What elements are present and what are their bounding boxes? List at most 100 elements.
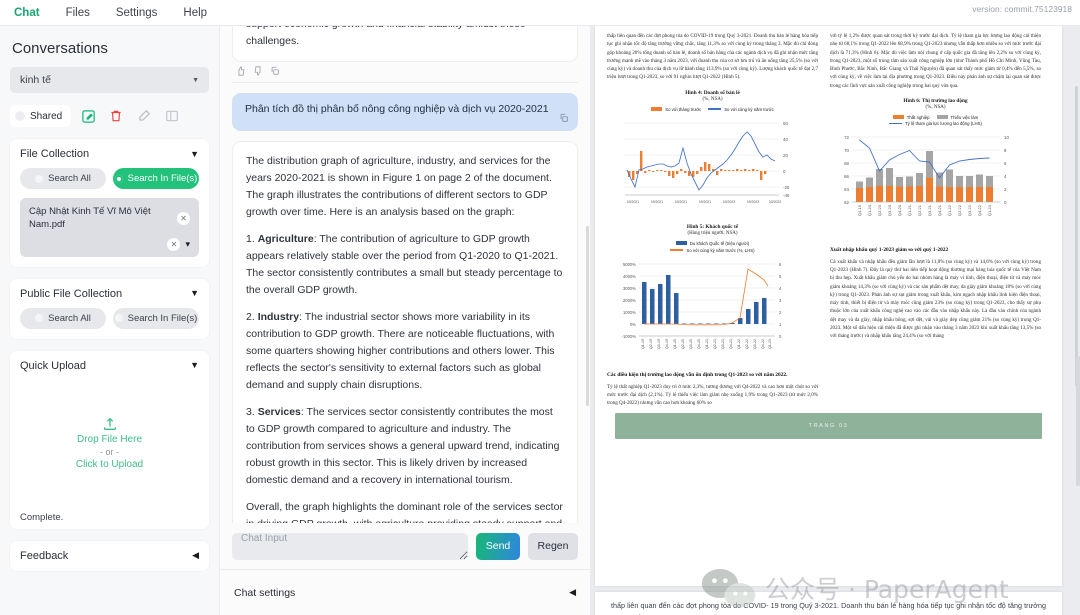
legend-label: So với cùng kỳ năm trước [724, 106, 774, 112]
copy-icon[interactable] [559, 113, 569, 126]
svg-text:2000%: 2000% [623, 298, 636, 303]
feedback-header[interactable]: Feedback ◀ [20, 550, 199, 562]
rename-pencil-icon[interactable] [133, 105, 155, 127]
pdf-column-right: với tỷ lệ 1,2% được quan sát trong thời … [830, 32, 1041, 407]
svg-text:5000%: 5000% [623, 262, 636, 267]
nav-tab-files[interactable]: Files [66, 7, 90, 19]
chat-input[interactable] [232, 532, 468, 560]
svg-text:09/2022: 09/2022 [747, 200, 759, 204]
svg-text:2: 2 [779, 310, 782, 315]
svg-text:Q3-20: Q3-20 [887, 204, 892, 216]
remove-file-icon[interactable]: ✕ [177, 212, 190, 225]
svg-text:Q1-20: Q1-20 [673, 339, 677, 349]
public-search-in-files[interactable]: Search In File(s) [113, 307, 199, 329]
svg-text:70: 70 [844, 148, 849, 153]
thumbs-down-icon[interactable] [253, 66, 263, 76]
ai-message-current: The distribution graph of agriculture, i… [232, 141, 578, 539]
collapse-triangle-icon[interactable]: ▼ [190, 149, 199, 159]
pdf-column-left: thấp liên quan đến các đợt phong tỏa do … [607, 32, 818, 407]
app-root: Chat Files Settings Help version: commit… [0, 0, 1080, 615]
collapse-triangle-icon[interactable]: ▼ [190, 361, 199, 370]
shared-toggle[interactable]: Shared [10, 105, 72, 127]
chat-settings-accordion[interactable]: Chat settings ◀ [220, 569, 590, 615]
svg-text:-1000%: -1000% [622, 334, 637, 339]
regenerate-button[interactable]: Regen [528, 532, 578, 560]
public-file-collection-title: Public File Collection [20, 287, 123, 300]
svg-text:03/2023: 03/2023 [769, 200, 781, 204]
chevron-down-icon[interactable]: ▾ [185, 239, 190, 249]
svg-text:10: 10 [1004, 135, 1009, 140]
svg-text:5: 5 [779, 274, 782, 279]
search-in-files-label: Search In File(s) [127, 173, 198, 184]
file-collection-search-in-files[interactable]: Search In File(s) [113, 168, 199, 189]
svg-text:4: 4 [1004, 174, 1007, 179]
conversation-select[interactable]: kinh tế ▼ [10, 67, 209, 93]
point-body: : The industrial sector shows more varia… [246, 311, 555, 391]
svg-text:Q4-20: Q4-20 [897, 204, 902, 216]
pdf-two-columns: thấp liên quan đến các đợt phong tỏa do … [607, 32, 1050, 407]
legend-item: Thiếu việc làm [936, 114, 979, 120]
svg-text:Q1-21: Q1-21 [907, 204, 912, 216]
svg-text:4: 4 [779, 286, 782, 291]
legend-label: Thiếu việc làm [950, 114, 979, 120]
svg-text:-20: -20 [783, 185, 790, 190]
file-collection-header[interactable]: File Collection ▼ [20, 148, 199, 160]
copy-icon[interactable] [270, 66, 280, 76]
pdf-viewer-pane[interactable]: thấp liên quan đến các đợt phong tỏa do … [590, 26, 1080, 615]
file-collection-title: File Collection [20, 148, 90, 160]
page-banner: TRANG 03 [615, 413, 1042, 440]
delete-icon[interactable] [105, 105, 127, 127]
nav-tab-help[interactable]: Help [183, 7, 207, 19]
pdf-scrollbar[interactable] [1075, 86, 1078, 386]
file-dropzone[interactable]: Drop File Here - or - Click to Upload [20, 388, 199, 498]
expand-triangle-icon[interactable]: ◀ [192, 551, 199, 560]
legend-label: Thất nghiệp [906, 114, 930, 120]
file-collection-search-all[interactable]: Search All [20, 168, 106, 189]
svg-text:Q2-22: Q2-22 [957, 204, 962, 216]
public-search-all[interactable]: Search All [20, 307, 106, 329]
svg-text:60: 60 [783, 121, 788, 126]
svg-text:Q2-21: Q2-21 [713, 339, 717, 349]
click-to-upload-label[interactable]: Click to Upload [76, 459, 143, 470]
nav-tab-chat[interactable]: Chat [14, 7, 40, 19]
chat-scrollbar[interactable] [586, 226, 589, 406]
send-button[interactable]: Send [476, 532, 520, 560]
svg-text:Q2-19: Q2-19 [649, 339, 653, 349]
legend-label: Du khách Quốc tế (triệu người) [689, 240, 750, 246]
nav-tab-settings[interactable]: Settings [116, 7, 158, 19]
clear-all-icon[interactable]: ✕ [167, 237, 181, 251]
new-chat-icon[interactable] [77, 105, 99, 127]
svg-text:1000%: 1000% [623, 310, 636, 315]
quick-upload-header[interactable]: Quick Upload ▼ [20, 360, 199, 372]
collapse-triangle-icon[interactable]: ▼ [190, 289, 199, 298]
svg-text:Q4-22: Q4-22 [977, 204, 982, 216]
svg-text:Q3-21: Q3-21 [927, 204, 932, 216]
public-file-collection-header[interactable]: Public File Collection ▼ [20, 288, 199, 300]
legend-swatch-line [708, 108, 722, 110]
svg-text:Q2-20: Q2-20 [681, 339, 685, 349]
public-file-collection-card: Public File Collection ▼ Search All Sear… [10, 278, 209, 339]
svg-text:1: 1 [779, 322, 782, 327]
svg-text:Q2-22: Q2-22 [745, 339, 749, 349]
svg-text:Q3-20: Q3-20 [689, 339, 693, 349]
point-body: : The services sector consistently contr… [246, 406, 560, 486]
thumbs-up-icon[interactable] [236, 66, 246, 76]
svg-text:6: 6 [1004, 161, 1007, 166]
svg-text:Q4-19: Q4-19 [665, 339, 669, 349]
svg-text:0: 0 [779, 334, 782, 339]
divider [232, 82, 578, 83]
legend-swatch-line [670, 249, 684, 251]
split-panel-icon[interactable] [161, 105, 183, 127]
shared-label: Shared [30, 110, 63, 122]
page-number-label: TRANG 03 [808, 423, 849, 430]
pdf-next-page: thấp liên quan đến các đợt phong tỏa do … [595, 592, 1062, 615]
file-collection-search-mode: Search All Search In File(s) [20, 168, 199, 189]
pdf-scrollbar-secondary[interactable] [1076, 356, 1080, 486]
legend-label: Tỷ lệ tham gia lực lượng lao động (LHS) [905, 120, 982, 126]
svg-text:Q3-22: Q3-22 [753, 339, 757, 349]
svg-text:-40: -40 [783, 193, 790, 198]
conversation-select-value: kinh tế [20, 74, 51, 86]
svg-text:0: 0 [783, 169, 786, 174]
expand-triangle-icon[interactable]: ◀ [569, 588, 576, 597]
ai-point-services: 3. Services: The services sector consist… [246, 404, 564, 489]
